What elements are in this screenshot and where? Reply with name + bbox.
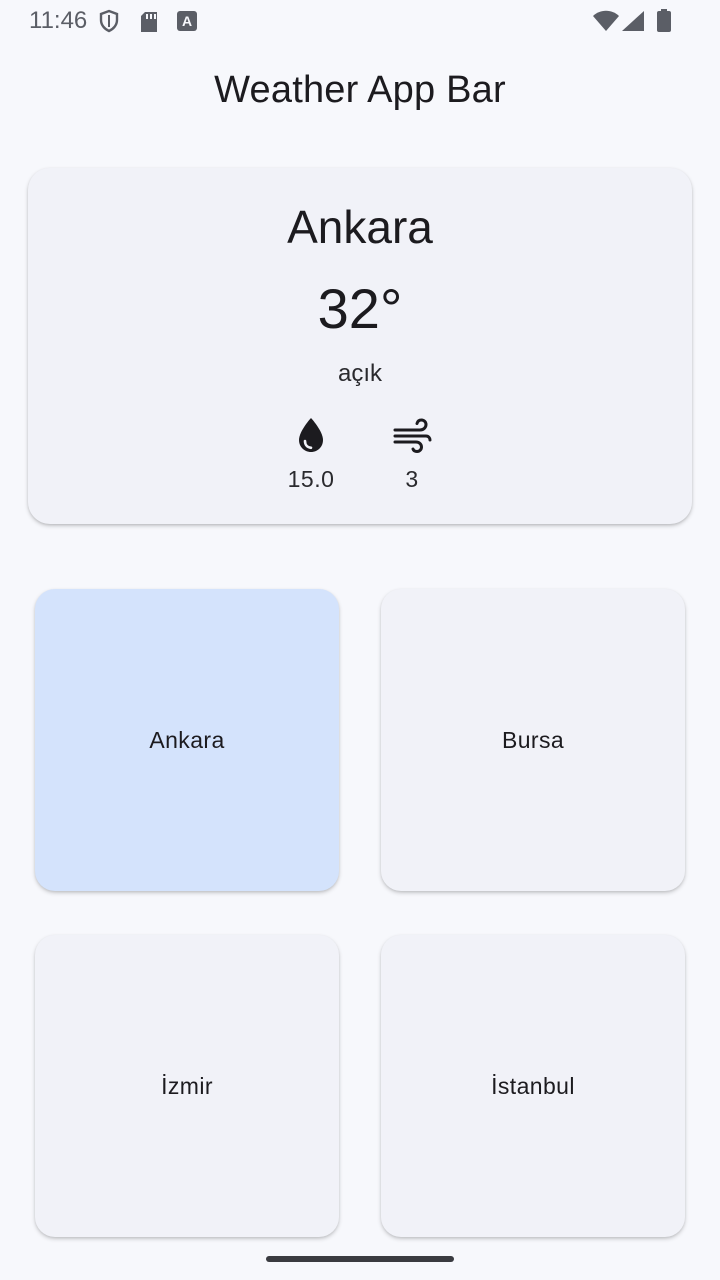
current-city: Ankara (287, 201, 433, 253)
home-indicator[interactable] (266, 1256, 454, 1262)
wifi-icon (592, 10, 620, 37)
city-tile-izmir[interactable]: İzmir (35, 935, 339, 1237)
current-temperature: 32° (317, 277, 403, 340)
app-title: Weather App Bar (214, 68, 506, 111)
app-bar: Weather App Bar (0, 56, 720, 124)
city-tile-ankara[interactable]: Ankara (35, 589, 339, 891)
city-tile-istanbul[interactable]: İstanbul (381, 935, 685, 1237)
weather-description: açık (337, 360, 382, 387)
wind-value: 3 (405, 466, 419, 492)
shield-icon (98, 9, 120, 38)
cellular-signal-icon (621, 10, 645, 37)
wind-icon (352, 416, 472, 454)
svg-text:A: A (182, 13, 192, 29)
wind-metric: 3 (352, 416, 472, 493)
status-bar: 11:46 A (0, 0, 720, 42)
city-tile-bursa[interactable]: Bursa (381, 589, 685, 891)
font-a-icon: A (177, 11, 197, 36)
battery-icon (656, 9, 672, 38)
sd-card-icon (139, 11, 159, 38)
status-time: 11:46 (29, 7, 88, 34)
